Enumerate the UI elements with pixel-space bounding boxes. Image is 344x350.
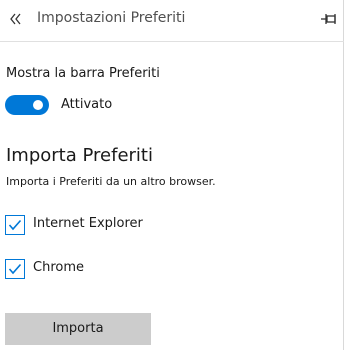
import-section-title: Importa Preferiti bbox=[6, 145, 153, 166]
pin-icon bbox=[321, 14, 336, 24]
import-button[interactable]: Importa bbox=[5, 313, 151, 345]
panel-title: Impostazioni Preferiti bbox=[37, 10, 186, 26]
checkmark-icon bbox=[8, 219, 22, 231]
checkbox-label-internet-explorer: Internet Explorer bbox=[33, 216, 143, 231]
toggle-state-label: Attivato bbox=[61, 97, 113, 112]
panel-header: Impostazioni Preferiti bbox=[0, 0, 344, 42]
toggle-knob bbox=[33, 100, 43, 110]
checkbox-box[interactable] bbox=[5, 215, 25, 235]
favorites-bar-toggle[interactable] bbox=[5, 95, 49, 115]
checkmark-icon bbox=[8, 263, 22, 275]
import-section-description: Importa i Preferiti da un altro browser. bbox=[6, 175, 216, 188]
back-button[interactable] bbox=[8, 9, 24, 29]
favorites-bar-label: Mostra la barra Preferiti bbox=[6, 66, 160, 81]
checkbox-label-chrome: Chrome bbox=[33, 260, 84, 275]
checkbox-box[interactable] bbox=[5, 259, 25, 279]
favorites-settings-panel: Impostazioni Preferiti Mostra la barra P… bbox=[0, 0, 344, 350]
double-chevron-left-icon bbox=[10, 13, 21, 25]
pin-button[interactable] bbox=[320, 10, 338, 28]
